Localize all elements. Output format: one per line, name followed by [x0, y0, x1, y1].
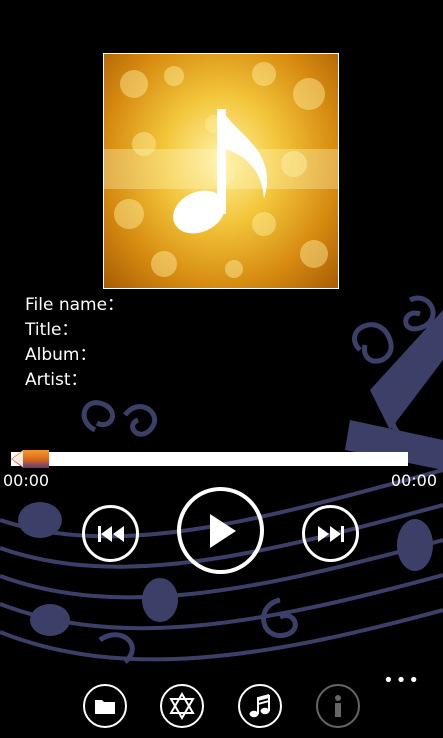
- artist-label: Artist：: [25, 370, 88, 390]
- app-bar: [0, 672, 443, 738]
- album-art-bokeh: [104, 62, 338, 278]
- music-notes-icon: [249, 694, 270, 718]
- star-of-david-icon: [169, 692, 195, 720]
- album-art: [103, 53, 339, 289]
- folder-icon: [95, 700, 115, 714]
- play-button[interactable]: [177, 487, 264, 574]
- total-duration: 00:00: [390, 471, 437, 490]
- more-menu-button[interactable]: •••: [383, 672, 421, 690]
- elapsed-time: 00:00: [3, 471, 50, 490]
- open-folder-button[interactable]: [83, 684, 127, 728]
- album-label: Album：: [25, 345, 97, 365]
- play-icon: [209, 513, 236, 548]
- star-button[interactable]: [160, 684, 204, 728]
- title-label: Title：: [25, 320, 79, 340]
- file-name-label: File name：: [25, 295, 125, 315]
- seek-thumb[interactable]: [11, 446, 51, 472]
- info-button[interactable]: [316, 684, 360, 728]
- previous-button[interactable]: [82, 505, 139, 562]
- info-icon: [335, 695, 341, 717]
- seek-bar[interactable]: [11, 452, 408, 466]
- skip-previous-icon: [97, 525, 124, 542]
- next-button[interactable]: [302, 505, 359, 562]
- playlist-button[interactable]: [238, 684, 282, 728]
- track-metadata: File name： Title： Album： Artist：: [25, 293, 124, 393]
- skip-next-icon: [317, 525, 344, 542]
